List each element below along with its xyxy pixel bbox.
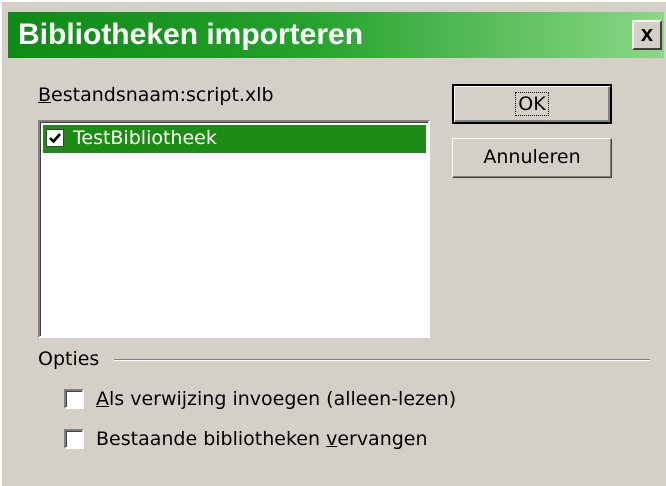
filename-label-text: estandsnaam: xyxy=(51,84,186,106)
import-libraries-dialog: Bibliotheken importeren x Bestandsnaam:s… xyxy=(0,0,666,486)
filename-value: script.xlb xyxy=(185,84,274,106)
replace-existing-label: Bestaande bibliotheken vervangen xyxy=(96,426,428,452)
cancel-button[interactable]: Annuleren xyxy=(452,138,612,178)
insert-as-reference-checkbox[interactable] xyxy=(64,389,84,409)
insert-as-reference-text: ls verwijzing invoegen (alleen-lezen) xyxy=(109,388,457,410)
dialog-title: Bibliotheken importeren xyxy=(18,18,364,51)
options-divider xyxy=(114,359,650,361)
list-item-label: TestBibliotheek xyxy=(73,127,217,149)
insert-as-reference-label: Als verwijzing invoegen (alleen-lezen) xyxy=(96,386,456,412)
close-icon: x xyxy=(640,21,654,46)
list-item-checkbox[interactable] xyxy=(46,129,64,147)
replace-existing-text-post: ervangen xyxy=(337,428,428,450)
filename-label: Bestandsnaam:script.xlb xyxy=(38,84,274,106)
title-bar[interactable]: Bibliotheken importeren x xyxy=(8,12,664,58)
ok-button-label: OK xyxy=(515,92,549,116)
list-item-testbibliotheek[interactable]: TestBibliotheek xyxy=(43,125,426,153)
close-button[interactable]: x xyxy=(632,20,662,50)
filename-label-accesskey: B xyxy=(38,84,52,106)
ok-button[interactable]: OK xyxy=(452,84,612,124)
library-listbox[interactable]: TestBibliotheek xyxy=(38,120,430,338)
options-section-label: Opties xyxy=(38,348,100,370)
replace-existing-checkbox[interactable] xyxy=(64,429,84,449)
checkmark-icon xyxy=(49,133,61,144)
cancel-button-label: Annuleren xyxy=(483,146,581,168)
insert-as-reference-accesskey: A xyxy=(96,388,109,410)
replace-existing-text-pre: Bestaande bibliotheken xyxy=(96,428,327,450)
replace-existing-accesskey: v xyxy=(326,428,338,450)
